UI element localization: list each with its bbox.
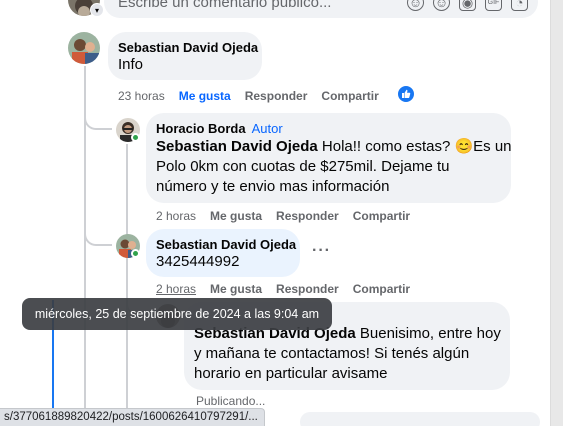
comment-input[interactable]: Escribe un comentario público...	[118, 0, 331, 11]
comment-author[interactable]: Sebastian David Ojeda	[118, 40, 258, 55]
comment-text: Info	[118, 56, 144, 73]
thread-line	[126, 144, 128, 426]
like-button[interactable]: Me gusta	[210, 209, 262, 223]
smile-emoji-icon: 😊	[454, 138, 474, 155]
chevron-down-icon[interactable]: ▾	[90, 3, 104, 17]
share-button[interactable]: Compartir	[321, 89, 378, 103]
gif-icon[interactable]: GIF	[485, 0, 502, 11]
comment-bubble: Sebastian David Ojeda 3425444992	[146, 229, 300, 277]
sticker-icon[interactable]: ◔	[511, 0, 528, 11]
thread-connector	[84, 222, 112, 246]
more-options-icon[interactable]: ···	[312, 242, 331, 260]
timestamp-tooltip: miércoles, 25 de septiembre de 2024 a la…	[22, 298, 332, 330]
window-scrollbar[interactable]	[550, 0, 563, 426]
reply-button[interactable]: Responder	[276, 282, 339, 296]
like-button[interactable]: Me gusta	[210, 282, 262, 296]
reply-button[interactable]: Responder	[276, 209, 339, 223]
avatar-sticker-icon[interactable]: ☺	[407, 0, 424, 11]
online-status-dot	[131, 133, 140, 142]
thread-connector	[84, 104, 112, 130]
online-status-dot	[131, 249, 140, 258]
emoji-icon[interactable]: ☺	[433, 0, 450, 11]
browser-status-url: s/377061889820422/posts/1600626410797291…	[0, 408, 265, 426]
comment-author[interactable]: Horacio Borda	[156, 121, 246, 136]
share-button[interactable]: Compartir	[353, 282, 410, 296]
comment-timestamp[interactable]: 23 horas	[118, 89, 165, 103]
mention-link[interactable]: Sebastian David Ojeda	[156, 138, 318, 155]
like-button[interactable]: Me gusta	[179, 89, 231, 103]
comment-text: Sebastian David Ojeda Buenisimo, entre h…	[194, 325, 501, 382]
share-button[interactable]: Compartir	[353, 209, 410, 223]
publishing-status: Publicando...	[196, 394, 266, 408]
comment-composer[interactable]: Escribe un comentario público... ☺ ☺ ◉ G…	[104, 0, 538, 18]
comment-bubble: Sebastian David Ojeda Info	[108, 32, 262, 80]
comment-timestamp[interactable]: 2 horas	[156, 209, 196, 223]
comment-text: Sebastian David Ojeda Hola!! como estas?…	[156, 138, 512, 195]
avatar[interactable]	[68, 32, 100, 64]
comment-bubble	[300, 412, 540, 426]
comment-bubble: Horacio Borda Autor Sebastian David Ojeda…	[146, 113, 512, 203]
author-badge: Autor	[251, 121, 283, 136]
comment-text: 3425444992	[156, 253, 240, 270]
camera-icon[interactable]: ◉	[459, 0, 476, 11]
reply-button[interactable]: Responder	[245, 89, 308, 103]
like-reaction-icon[interactable]	[397, 85, 415, 103]
comment-author[interactable]: Sebastian David Ojeda	[156, 237, 296, 252]
comment-timestamp[interactable]: 2 horas	[156, 282, 196, 296]
